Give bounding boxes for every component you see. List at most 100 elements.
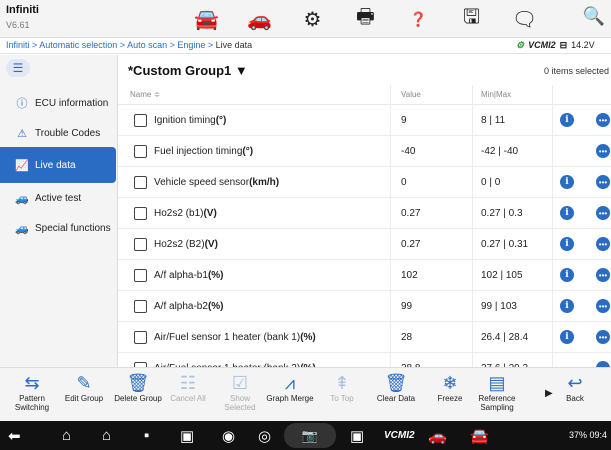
home-icon[interactable]: ⌂ bbox=[62, 427, 71, 444]
printer-icon[interactable]: 🖶 bbox=[339, 6, 392, 32]
info-icon[interactable]: i bbox=[560, 268, 574, 282]
toolbar-button-freeze[interactable]: ❄ Freeze bbox=[425, 372, 475, 418]
breadcrumb-path[interactable]: Infiniti > Automatic selection > Auto sc… bbox=[6, 40, 216, 50]
row-minmax: 8 | 11 bbox=[481, 115, 506, 126]
row-unit: (V) bbox=[203, 208, 217, 219]
toolbar-icon: ⩘ bbox=[284, 373, 296, 393]
vci-icon[interactable]: ◉ bbox=[222, 427, 235, 445]
table-row[interactable]: Ignition timing(°) 9 8 | 11 i ••• bbox=[118, 105, 611, 136]
table-row[interactable]: Air/Fuel sensor 1 heater (bank 2)(%)28.8… bbox=[118, 353, 611, 367]
toolbar-label: Freeze bbox=[437, 394, 463, 403]
message-icon[interactable]: 🗨 bbox=[498, 6, 551, 32]
toolbar-button-graph-merge[interactable]: ⩘ Graph Merge bbox=[265, 372, 315, 418]
row-checkbox[interactable] bbox=[134, 269, 147, 282]
search-icon[interactable]: 🔍 bbox=[583, 6, 605, 27]
table-row[interactable]: A/f alpha-b2(%) 99 99 | 103 i ••• bbox=[118, 291, 611, 322]
info-icon[interactable]: i bbox=[560, 113, 574, 127]
row-checkbox[interactable] bbox=[134, 238, 147, 251]
toolbar-icon: 🗑 bbox=[384, 373, 408, 393]
sidebar-toggle-icon[interactable]: ☰ bbox=[6, 59, 30, 77]
toolbar-button-pattern[interactable]: ⇆ Pattern Switching bbox=[7, 372, 57, 418]
battery-voltage: 14.2V bbox=[571, 40, 595, 50]
more-icon[interactable]: ••• bbox=[596, 268, 610, 282]
toolbar-button-back[interactable]: ↩ Back bbox=[550, 372, 600, 418]
browser-icon[interactable]: ◎ bbox=[258, 427, 271, 445]
gear-icon[interactable]: ⚙ bbox=[286, 6, 339, 32]
table-row[interactable]: A/f alpha-b1(%) 102 102 | 105 i ••• bbox=[118, 260, 611, 291]
table-row[interactable]: Vehicle speed sensor(km/h) 0 0 | 0 i ••• bbox=[118, 167, 611, 198]
info-icon[interactable]: i bbox=[560, 206, 574, 220]
info-icon[interactable]: i bbox=[560, 237, 574, 251]
camera-icon[interactable]: 📷 bbox=[284, 423, 336, 448]
screenshot-icon[interactable]: ▣ bbox=[180, 427, 194, 445]
toolbar-label-2: Switching bbox=[14, 403, 50, 412]
row-checkbox[interactable] bbox=[134, 145, 147, 158]
row-value: 0.27 bbox=[401, 208, 421, 219]
sidebar-item-trouble-codes[interactable]: ⚠ Trouble Codes bbox=[0, 118, 118, 148]
sidebar-item-ecu-information[interactable]: ⓘ ECU information bbox=[0, 88, 118, 118]
car-diagnose-icon[interactable]: 🚘 bbox=[180, 6, 233, 32]
sidebar-item-active-test[interactable]: 🚙 Active test bbox=[0, 183, 118, 213]
house-icon[interactable]: ⌂ bbox=[102, 427, 111, 444]
row-checkbox[interactable] bbox=[134, 331, 147, 344]
more-icon[interactable]: ••• bbox=[596, 175, 610, 189]
row-checkbox[interactable] bbox=[134, 207, 147, 220]
toolbar-button-show[interactable]: ☑ Show Selected bbox=[215, 372, 265, 418]
car-connect-icon[interactable]: 🚘 bbox=[470, 427, 489, 445]
toolbar-button-delete-group[interactable]: 🗑 Delete Group bbox=[113, 372, 163, 418]
vcmi-icon[interactable]: VCMI2 bbox=[384, 430, 415, 441]
row-unit: (V) bbox=[204, 239, 218, 250]
dtc-icon: ⚠ bbox=[17, 127, 27, 140]
vci-link-icon: ⚙ bbox=[516, 40, 525, 50]
toolbar-button-edit-group[interactable]: ✎ Edit Group bbox=[59, 372, 109, 418]
info-icon[interactable]: i bbox=[560, 299, 574, 313]
row-name-text: Air/Fuel sensor 1 heater (bank 1) bbox=[154, 332, 301, 343]
row-value: 28 bbox=[401, 332, 413, 343]
row-minmax: 99 | 103 bbox=[481, 301, 517, 312]
sidebar-item-live-data[interactable]: 📈 Live data bbox=[0, 147, 116, 183]
group-selector[interactable]: *Custom Group1 ▼ bbox=[128, 63, 248, 78]
table-row[interactable]: Fuel injection timing(°) -40 -42 | -40 ••• bbox=[118, 136, 611, 167]
table-row[interactable]: Ho2s2 (B2)(V) 0.27 0.27 | 0.31 i ••• bbox=[118, 229, 611, 260]
row-checkbox[interactable] bbox=[134, 176, 147, 189]
toolbar-button-to-top[interactable]: ⇞ To Top bbox=[317, 372, 367, 418]
info-icon[interactable]: i bbox=[560, 330, 574, 344]
table-row[interactable]: Air/Fuel sensor 1 heater (bank 1)(%) 28 26… bbox=[118, 322, 611, 353]
toolbar-button-cancel-all[interactable]: ☷ Cancel All bbox=[163, 372, 213, 418]
column-header-name[interactable]: Name ≑ bbox=[130, 90, 160, 99]
toolbar-icon: ↩ bbox=[567, 373, 583, 393]
more-icon[interactable]: ••• bbox=[596, 330, 610, 344]
toolbar-icon: ✎ bbox=[76, 373, 92, 393]
row-name: Ho2s2 (B2)(V) bbox=[154, 239, 218, 250]
table-row[interactable]: Ho2s2 (b1)(V) 0.27 0.27 | 0.3 i ••• bbox=[118, 198, 611, 229]
row-name-text: Vehicle speed sensor bbox=[154, 177, 250, 188]
system-navbar: ⬅ ⌂ ⌂ ▪ ▣ ◉ ◎ 📷 ▣ VCMI2 🚗 🚘 37% 09:4 bbox=[0, 421, 611, 450]
toolbar-label: Graph Merge bbox=[266, 394, 314, 403]
toolbar-button-reference[interactable]: ▤ Reference Sampling bbox=[472, 372, 522, 418]
toolbar-button-clear-data[interactable]: 🗑 Clear Data bbox=[371, 372, 421, 418]
row-minmax: 0 | 0 bbox=[481, 177, 501, 188]
recent-apps-icon[interactable]: ▪ bbox=[144, 427, 149, 444]
help-icon[interactable]: ❓ bbox=[392, 6, 445, 32]
car-status-icon[interactable]: 🚗 bbox=[428, 427, 447, 445]
breadcrumb[interactable]: Infiniti > Automatic selection > Auto sc… bbox=[6, 40, 252, 50]
info-icon[interactable]: i bbox=[560, 175, 574, 189]
more-icon[interactable]: ••• bbox=[596, 206, 610, 220]
car-icon: 🚙 bbox=[15, 192, 29, 205]
back-icon[interactable]: ⬅ bbox=[8, 427, 21, 445]
toolbar-icon: 🗑 bbox=[126, 373, 150, 393]
car-service-icon[interactable]: 🚗 bbox=[233, 6, 286, 32]
more-icon[interactable]: ••• bbox=[596, 299, 610, 313]
row-unit: (%) bbox=[207, 301, 224, 312]
row-checkbox[interactable] bbox=[134, 114, 147, 127]
more-icon[interactable]: ••• bbox=[596, 237, 610, 251]
sidebar-item-special-functions[interactable]: 🚙 Special functions bbox=[0, 213, 118, 243]
screen-record-icon[interactable]: ▣ bbox=[350, 427, 364, 445]
toolbar-icon: ▤ bbox=[488, 373, 506, 393]
row-name: Vehicle speed sensor(km/h) bbox=[154, 177, 279, 188]
more-icon[interactable]: ••• bbox=[596, 144, 610, 158]
toolbar-icon: ⇞ bbox=[334, 373, 350, 393]
more-icon[interactable]: ••• bbox=[596, 113, 610, 127]
row-checkbox[interactable] bbox=[134, 300, 147, 313]
save-icon[interactable]: 🖫 bbox=[445, 6, 498, 32]
